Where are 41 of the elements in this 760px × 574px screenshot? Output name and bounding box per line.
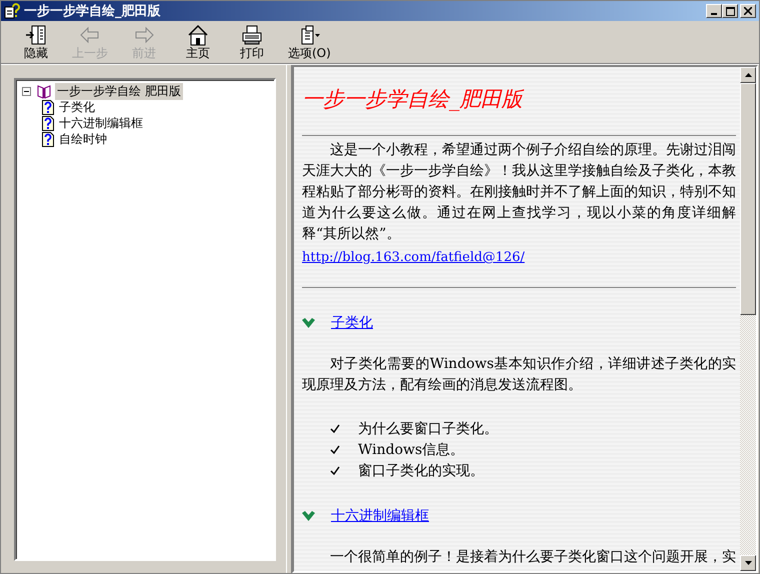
help-page-icon: [42, 132, 54, 146]
close-button[interactable]: [740, 4, 756, 18]
link[interactable]: http://blog.163.com/fatfield@126/: [302, 250, 525, 265]
home-button[interactable]: 主页: [176, 23, 220, 61]
tree-item[interactable]: 十六进制编辑框: [57, 114, 145, 132]
maximize-button[interactable]: [722, 4, 738, 18]
list-item: 窗口子类化的实现。: [358, 462, 484, 480]
maximize-icon: [726, 6, 734, 16]
hide-button[interactable]: 隐藏: [14, 23, 58, 61]
down-arrow-icon: [744, 561, 752, 565]
window-title: 一步一步学自绘_肥田版: [24, 3, 162, 20]
section-link[interactable]: 十六进制编辑框: [331, 507, 429, 525]
print-button[interactable]: 打印: [230, 23, 274, 61]
checkmark-icon: [330, 466, 340, 476]
paragraph: 一个很简单的例子！是接着为什么要子类化窗口这个问题开展，实: [329, 548, 736, 567]
printer-icon: [240, 24, 264, 46]
chevron-icon: [302, 318, 315, 328]
tree-item[interactable]: 一步一步学自绘 肥田版: [55, 82, 183, 100]
list-item: 为什么要窗口子类化。: [358, 420, 498, 438]
close-icon: [744, 7, 752, 15]
paragraph: 对子类化需要的Windows基本知识作介绍，详细讲述子类化的实现原理及方法，配有绘画的消息发送流程图。: [302, 355, 736, 395]
up-arrow-icon: [744, 73, 752, 77]
options-button[interactable]: 选项(O): [284, 23, 335, 61]
house-icon: [186, 24, 210, 46]
tree-item[interactable]: 自绘时钟: [57, 130, 109, 148]
section-link[interactable]: 子类化: [331, 314, 373, 332]
collapse-toggle[interactable]: [22, 86, 33, 96]
chevron-icon: [302, 511, 315, 521]
tree-item[interactable]: 子类化: [57, 98, 97, 116]
hide-pane-icon: [24, 24, 48, 46]
vertical-scrollbar[interactable]: [740, 67, 756, 571]
page-heading: 一步一步学自绘_肥田版: [302, 86, 525, 113]
paragraph: 这是一个小教程，希望通过两个例子介绍自绘的原理。先谢过泪闯天涯大大的《一步一步学自绘》！我从这里学接触自绘及子类化，本教程粘贴了部分彬哥的资料。在刚接触时并不了解上面的知识，特别不知道为什么要这么做。通过在网上查找学习，现以小菜的角度详细解释“其所以然”。: [302, 141, 736, 244]
help-file-icon: [4, 3, 20, 19]
minimize-button[interactable]: [706, 4, 722, 18]
book-icon: [36, 83, 52, 99]
help-page-icon: [42, 100, 54, 114]
list-item: Windows信息。: [358, 440, 464, 458]
help-page-icon: [42, 116, 54, 130]
checkmark-icon: [330, 444, 340, 454]
checkmark-icon: [330, 424, 340, 434]
